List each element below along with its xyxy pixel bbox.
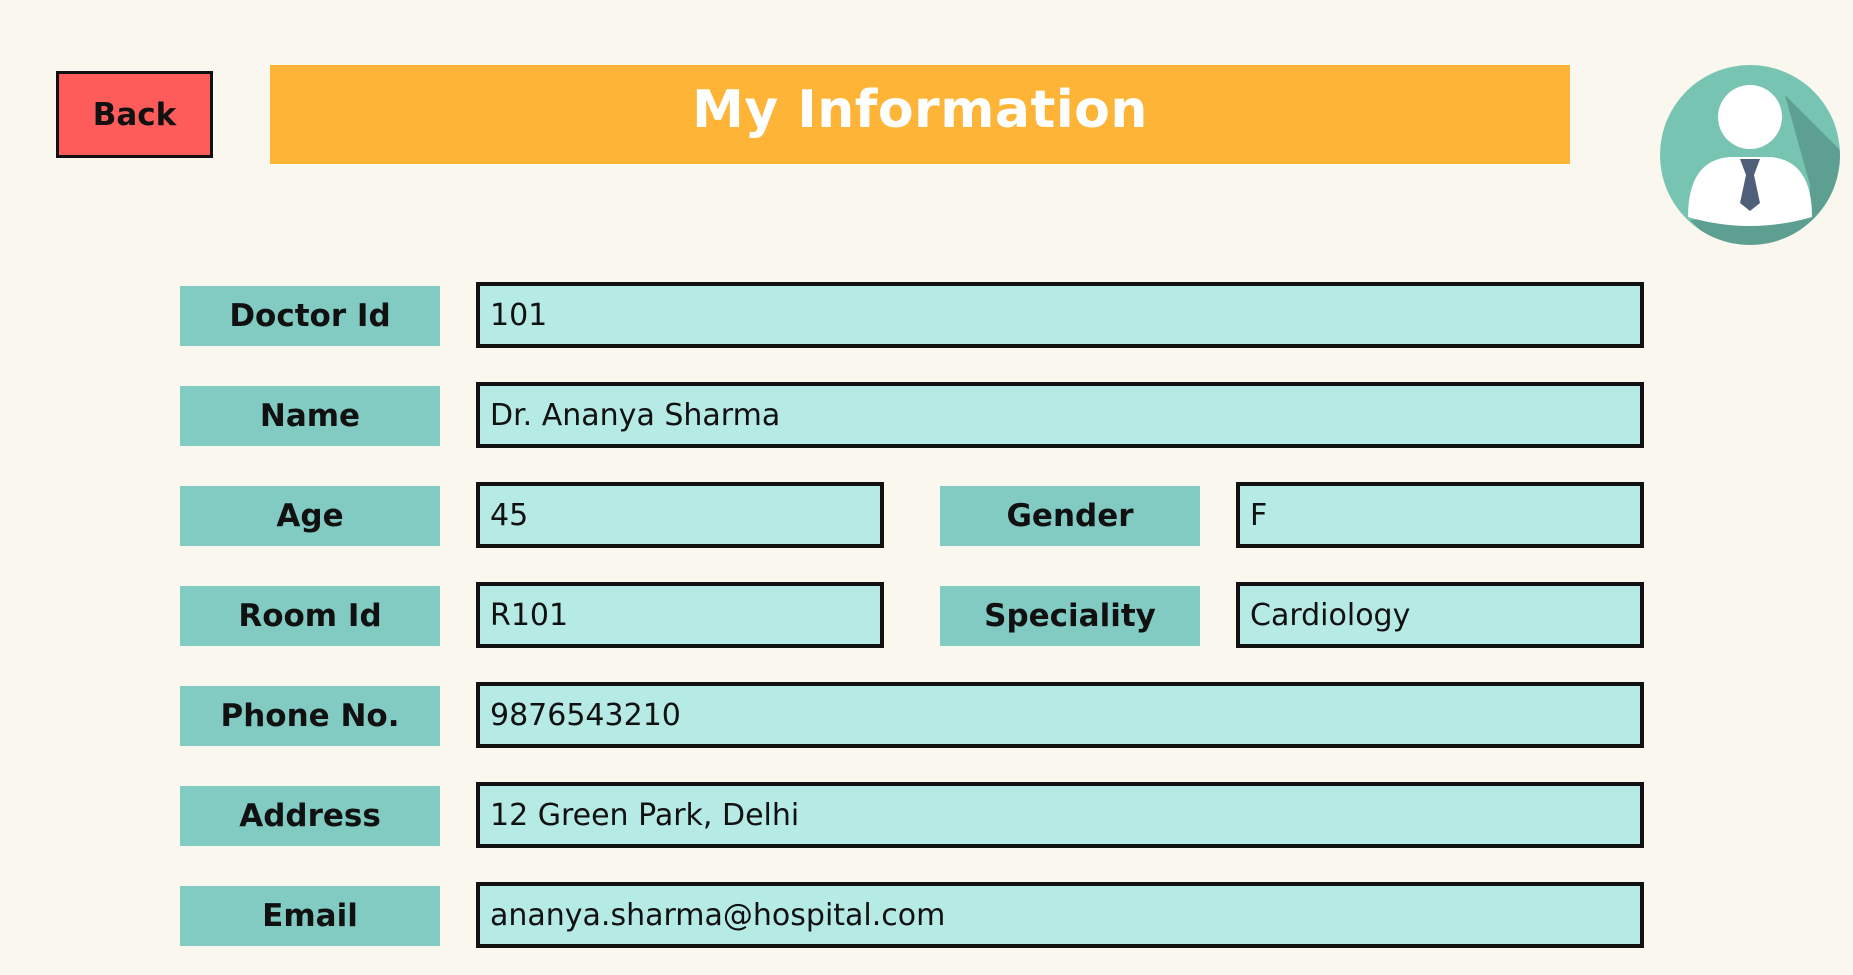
name-label: Name [180,386,440,446]
title-banner: My Information [270,65,1570,164]
gender-label: Gender [940,486,1200,546]
email-field[interactable] [476,882,1644,948]
gender-field[interactable] [1236,482,1644,548]
page-title: My Information [692,79,1148,140]
phone-field[interactable] [476,682,1644,748]
speciality-field[interactable] [1236,582,1644,648]
doctor-avatar-icon [1660,65,1840,245]
name-field[interactable] [476,382,1644,448]
room-id-label: Room Id [180,586,440,646]
email-label: Email [180,886,440,946]
address-field[interactable] [476,782,1644,848]
doctor-id-label: Doctor Id [180,286,440,346]
address-label: Address [180,786,440,846]
room-id-field[interactable] [476,582,884,648]
age-label: Age [180,486,440,546]
phone-label: Phone No. [180,686,440,746]
doctor-id-field[interactable] [476,282,1644,348]
speciality-label: Speciality [940,586,1200,646]
back-button[interactable]: Back [56,71,213,158]
age-field[interactable] [476,482,884,548]
